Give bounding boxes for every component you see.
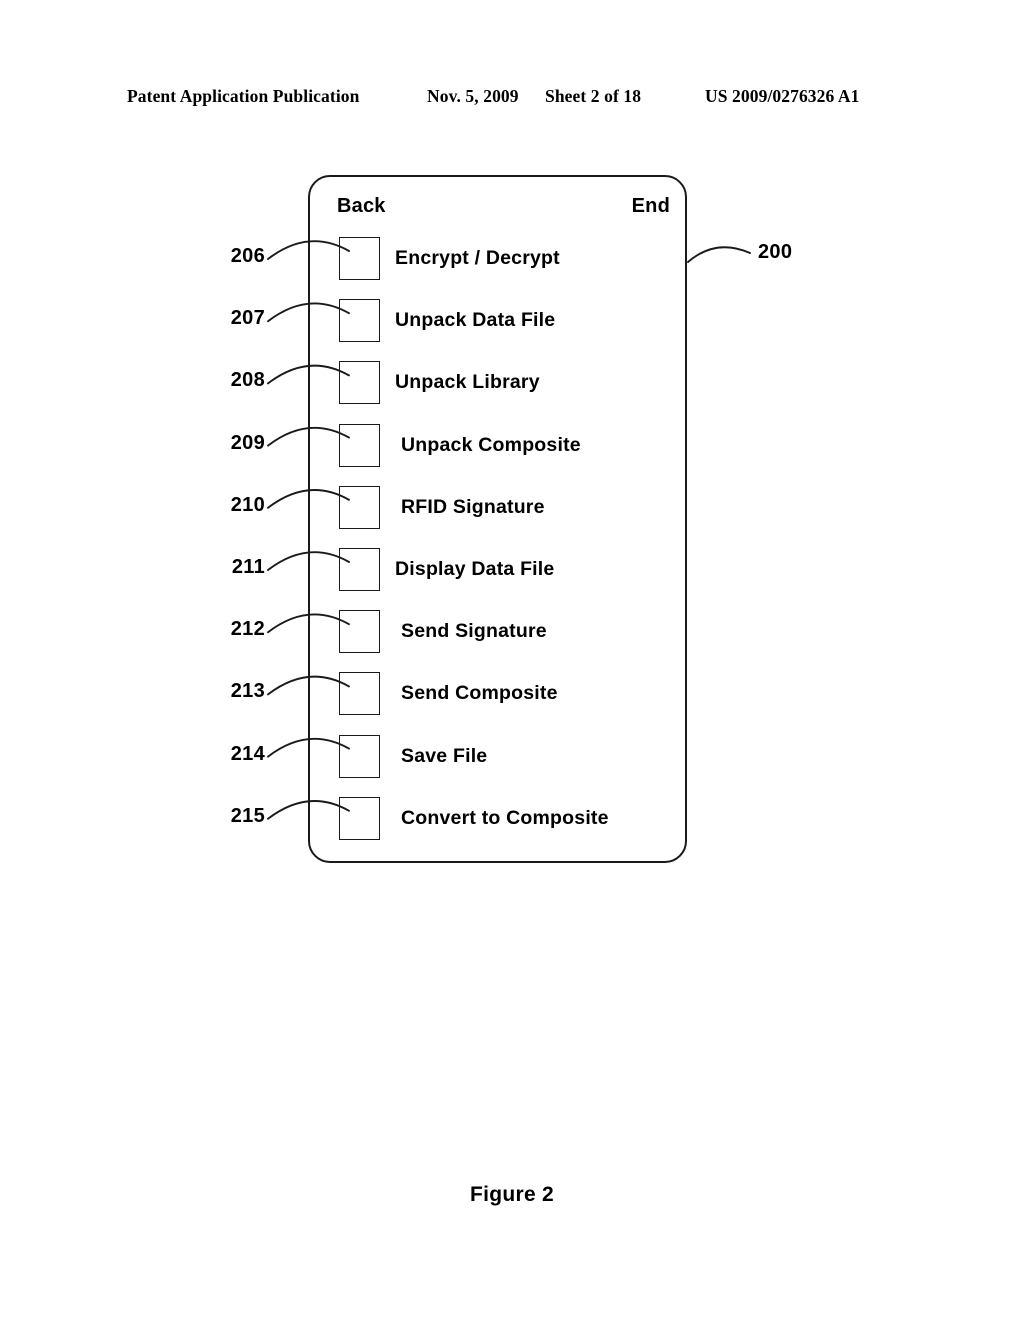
- checkbox-213[interactable]: [339, 672, 380, 716]
- menu-row[interactable]: Save File: [308, 734, 687, 779]
- softkey-end[interactable]: End: [632, 192, 670, 220]
- figure-caption: Figure 2: [469, 1183, 555, 1206]
- checkbox-210[interactable]: [339, 485, 380, 529]
- reference-numeral-210: 210: [230, 493, 265, 516]
- checkbox-206[interactable]: [339, 237, 380, 280]
- reference-numeral-211: 211: [231, 556, 265, 578]
- menu-label-209: Unpack Composite: [401, 433, 581, 456]
- figure-2-diagram: Back End Encrypt / Decrypt Unpack Data Fi…: [0, 0, 1024, 1320]
- menu-row[interactable]: Display Data File: [308, 548, 687, 592]
- menu-row[interactable]: Unpack Library: [308, 361, 687, 405]
- reference-numeral-213: 213: [230, 680, 265, 703]
- reference-numeral-209: 209: [230, 431, 265, 454]
- reference-numeral-208: 208: [230, 369, 265, 392]
- checkbox-215[interactable]: [339, 796, 380, 840]
- checkbox-207[interactable]: [339, 299, 380, 343]
- softkey-back[interactable]: Back: [337, 192, 386, 220]
- checkbox-211[interactable]: [339, 548, 380, 591]
- menu-row[interactable]: Send Signature: [308, 610, 687, 654]
- menu-label-213: Send Composite: [401, 682, 558, 705]
- reference-numeral-214: 214: [230, 742, 265, 765]
- menu-row[interactable]: Unpack Composite: [308, 423, 687, 468]
- menu-label-212: Send Signature: [401, 620, 547, 643]
- menu-label-207: Unpack Data File: [395, 309, 556, 332]
- menu-label-214: Save File: [401, 744, 488, 767]
- menu-label-210: RFID Signature: [401, 495, 545, 518]
- reference-numeral-215: 215: [230, 804, 265, 827]
- reference-numeral-206: 206: [230, 245, 265, 267]
- menu-label-208: Unpack Library: [395, 371, 540, 394]
- menu-row[interactable]: Encrypt / Decrypt: [308, 237, 687, 281]
- reference-numeral-200: 200: [758, 241, 793, 263]
- checkbox-212[interactable]: [339, 610, 380, 654]
- menu-row[interactable]: RFID Signature: [308, 485, 687, 530]
- reference-numeral-207: 207: [230, 307, 265, 330]
- softkey-bar: Back End: [308, 192, 687, 224]
- callout-200-leader: [687, 246, 751, 263]
- menu-label-215: Convert to Composite: [401, 806, 609, 829]
- menu-row[interactable]: Send Composite: [308, 672, 687, 716]
- checkbox-208[interactable]: [339, 361, 380, 405]
- checkbox-214[interactable]: [339, 734, 380, 778]
- reference-numeral-212: 212: [230, 618, 265, 641]
- menu-row[interactable]: Convert to Composite: [308, 796, 687, 841]
- menu-label-206: Encrypt / Decrypt: [395, 247, 560, 269]
- checkbox-209[interactable]: [339, 423, 380, 467]
- menu-label-211: Display Data File: [395, 558, 555, 580]
- menu-row[interactable]: Unpack Data File: [308, 299, 687, 343]
